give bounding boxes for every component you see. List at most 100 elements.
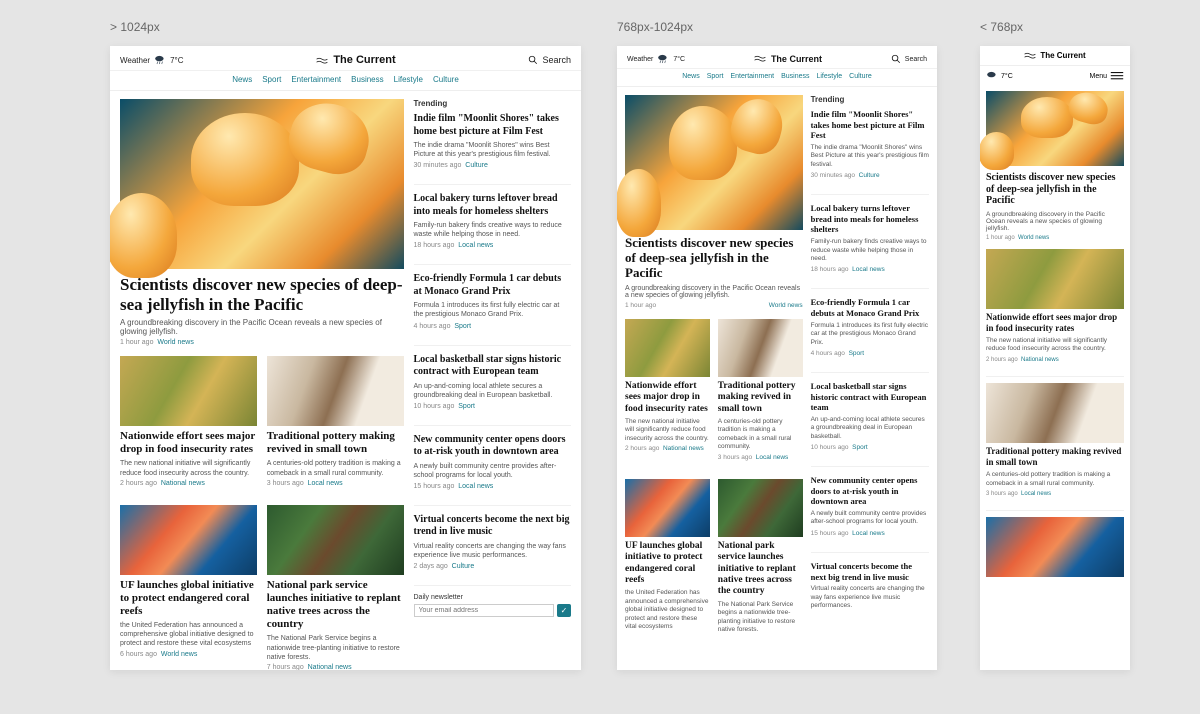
trending-item[interactable]: Virtual concerts become the next big tre… [811, 561, 929, 621]
trending-sub: A newly built community centre provides … [811, 510, 929, 527]
category-link[interactable]: Local news [852, 266, 885, 273]
weather-widget[interactable]: 7°C [986, 71, 1013, 81]
nav-item[interactable]: Sport [707, 73, 724, 80]
trending-sub: The indie drama "Moonlit Shores" wins Be… [811, 144, 929, 169]
category-link[interactable]: Local news [458, 483, 493, 490]
nav-item[interactable]: Lifestyle [394, 75, 423, 84]
trending-sub: Family-run bakery finds creative ways to… [811, 238, 929, 263]
nav-item[interactable]: Business [781, 73, 809, 80]
brand-name: The Current [771, 54, 822, 64]
trending-item[interactable]: Virtual concerts become the next big tre… [414, 514, 572, 586]
category-link[interactable]: Culture [452, 563, 475, 570]
weather-widget[interactable]: Weather 7°C [627, 54, 685, 64]
article-card[interactable]: National park service launches initiativ… [267, 505, 404, 670]
article-card[interactable]: Nationwide effort sees major drop in foo… [120, 356, 257, 495]
nav-item[interactable]: News [682, 73, 700, 80]
article-card[interactable]: Traditional pottery making revived in sm… [267, 356, 404, 495]
email-input[interactable] [414, 604, 555, 617]
category-link[interactable]: World news [161, 651, 197, 658]
nav-item[interactable]: Sport [262, 75, 281, 84]
article-card[interactable]: Traditional pottery making revived in sm… [986, 383, 1124, 511]
cloud-rain-icon [154, 55, 166, 65]
hero-title[interactable]: Scientists discover new species of deep-… [986, 172, 1124, 207]
card-title: UF launches global initiative to protect… [120, 579, 257, 619]
article-card[interactable]: UF launches global initiative to protect… [625, 479, 710, 637]
trending-meta: 10 hours ago Sport [811, 444, 929, 451]
category-link[interactable]: Culture [859, 172, 880, 179]
nav-item[interactable]: Entertainment [291, 75, 341, 84]
category-link[interactable]: Sport [849, 350, 865, 357]
card-image [986, 249, 1124, 309]
trending-item[interactable]: Eco-friendly Formula 1 car debuts at Mon… [414, 273, 572, 345]
search-button[interactable]: Search [891, 54, 927, 64]
card-subtitle: The new national initiative will signifi… [120, 459, 257, 477]
hero-subtitle: A groundbreaking discovery in the Pacifi… [120, 318, 404, 336]
nav-item[interactable]: Culture [433, 75, 459, 84]
category-link[interactable]: Sport [454, 323, 471, 330]
category-link[interactable]: Local news [756, 454, 789, 461]
category-link[interactable]: Local news [458, 242, 493, 249]
article-card[interactable]: Traditional pottery making revived in sm… [718, 319, 803, 469]
article-card[interactable]: Nationwide effort sees major drop in foo… [625, 319, 710, 469]
nav-item[interactable]: News [232, 75, 252, 84]
viewport-large: Weather 7°C The Current Search News Spor… [110, 46, 581, 670]
cloud-rain-icon [657, 54, 669, 64]
nav-item[interactable]: Culture [849, 73, 872, 80]
weather-widget[interactable]: Weather 7°C [120, 55, 184, 65]
trending-item[interactable]: Indie film "Moonlit Shores" takes home b… [811, 109, 929, 195]
trending-title: Indie film "Moonlit Shores" takes home b… [811, 109, 929, 141]
hero-image[interactable] [625, 95, 803, 230]
search-icon [528, 55, 538, 65]
card-title: Traditional pottery making revived in sm… [718, 381, 803, 415]
hero-image[interactable] [120, 99, 404, 269]
trending-item[interactable]: Eco-friendly Formula 1 car debuts at Mon… [811, 297, 929, 373]
newsletter-form: ✓ [414, 604, 572, 617]
category-link[interactable]: Local news [308, 480, 343, 487]
subscribe-button[interactable]: ✓ [557, 604, 571, 617]
card-subtitle: The new national initiative will signifi… [625, 418, 710, 443]
trending-title: Eco-friendly Formula 1 car debuts at Mon… [811, 297, 929, 318]
brand-name[interactable]: The Current [1040, 51, 1085, 60]
category-link[interactable]: Local news [852, 530, 885, 537]
trending-item[interactable]: New community center opens doors to at-r… [414, 434, 572, 506]
brand-name: The Current [333, 54, 395, 66]
article-card[interactable] [986, 517, 1124, 585]
nav-item[interactable]: Lifestyle [816, 73, 842, 80]
category-link[interactable]: Culture [465, 162, 488, 169]
category-link[interactable]: National news [161, 480, 205, 487]
category-link[interactable]: National news [663, 445, 704, 452]
breakpoint-label-medium: 768px-1024px [617, 20, 693, 34]
trending-item[interactable]: Local bakery turns leftover bread into m… [414, 193, 572, 265]
hero-image[interactable] [986, 91, 1124, 166]
category-link[interactable]: World news [1018, 235, 1049, 241]
category-link[interactable]: National news [1021, 357, 1059, 363]
category-link[interactable]: World news [157, 339, 193, 346]
hero-title[interactable]: Scientists discover new species of deep-… [120, 275, 404, 314]
trending-item[interactable]: Local basketball star signs historic con… [414, 354, 572, 426]
menu-button[interactable]: Menu [1089, 71, 1124, 81]
hero-title[interactable]: Scientists discover new species of deep-… [625, 236, 803, 281]
nav-item[interactable]: Entertainment [730, 73, 774, 80]
main-column: Scientists discover new species of deep-… [625, 95, 803, 636]
hamburger-icon [1110, 71, 1124, 81]
trending-item[interactable]: Local bakery turns leftover bread into m… [811, 203, 929, 289]
nav-item[interactable]: Business [351, 75, 383, 84]
category-link[interactable]: World news [769, 302, 803, 309]
trending-item[interactable]: New community center opens doors to at-r… [811, 475, 929, 553]
category-link[interactable]: Local news [1021, 491, 1051, 497]
category-link[interactable]: National news [308, 664, 352, 670]
header: Weather 7°C The Current Search [110, 46, 581, 71]
category-link[interactable]: Sport [458, 403, 475, 410]
viewport-small: The Current 7°C Menu Scientists discover… [980, 46, 1130, 670]
hero-subtitle: A groundbreaking discovery in the Pacifi… [625, 285, 803, 299]
search-button[interactable]: Search [528, 55, 571, 65]
brand[interactable]: The Current [754, 54, 822, 64]
trending-item[interactable]: Indie film "Moonlit Shores" takes home b… [414, 113, 572, 185]
trending-item[interactable]: Local basketball star signs historic con… [811, 381, 929, 467]
trending-title: Virtual concerts become the next big tre… [414, 514, 572, 539]
article-card[interactable]: Nationwide effort sees major drop in foo… [986, 249, 1124, 377]
article-card[interactable]: National park service launches initiativ… [718, 479, 803, 637]
brand[interactable]: The Current [316, 54, 395, 66]
article-card[interactable]: UF launches global initiative to protect… [120, 505, 257, 670]
category-link[interactable]: Sport [852, 444, 868, 451]
